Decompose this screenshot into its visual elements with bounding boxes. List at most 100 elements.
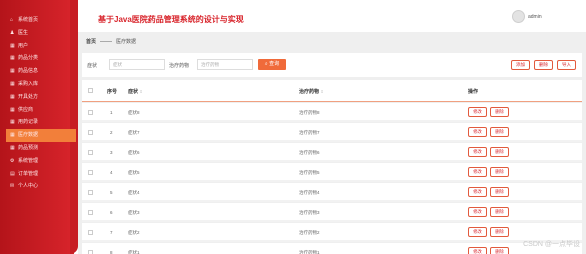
batch-delete-button[interactable]: 删除 [534,60,553,70]
watermark: CSDN @一点毕设 [523,241,580,248]
sidebar-item[interactable]: ⌂ 系统首页 [8,14,74,27]
row-drug: 治疗药物5 [299,170,320,175]
table-row[interactable]: 3 症状6 治疗药物6 修改 删除 [82,143,582,162]
row-drug: 治疗药物1 [299,250,320,254]
edit-button[interactable]: 修改 [468,167,487,177]
row-drug: 治疗药物6 [299,150,320,155]
data-table: 序号 症状 ⇕ 治疗药物 ⇕ 操作 1 症状8 治疗药物8 修改 删除 2 症状7 治疗药物7… [82,80,582,254]
drug-input[interactable]: 治疗药物 [197,59,253,70]
sidebar-item[interactable]: ▦ 开具处方 [8,91,74,104]
symptom-label: 症状 [87,63,98,69]
delete-button[interactable]: 删除 [490,227,509,237]
delete-button[interactable]: 删除 [490,167,509,177]
sidebar-item[interactable]: ♟ 医生 [8,27,74,40]
row-drug: 治疗药物7 [299,130,320,135]
grid-icon: ▦ [10,42,15,49]
table-row[interactable]: 2 症状7 治疗药物7 修改 删除 [82,123,582,142]
header-symptom-label: 症状 [128,89,139,95]
breadcrumb-current: 医疗数据 [116,39,137,45]
edit-button[interactable]: 修改 [468,147,487,157]
drug-label: 治疗药物 [169,63,190,69]
search-button[interactable]: ⌕ 查询 [258,59,286,70]
sidebar-item[interactable]: ▤ 订单管理 [8,168,74,181]
row-checkbox[interactable] [88,250,93,254]
sidebar-item[interactable]: ▦ 供应商 [8,104,74,117]
row-drug: 治疗药物3 [299,210,320,215]
user-menu[interactable]: admin [512,8,562,25]
grid-icon: ▦ [10,119,15,126]
edit-button[interactable]: 修改 [468,207,487,217]
edit-button[interactable]: 修改 [468,127,487,137]
sidebar-item[interactable]: ▦ 采购入库 [8,78,74,91]
header-index: 序号 [107,89,118,95]
select-all-checkbox[interactable] [88,88,93,93]
delete-button[interactable]: 删除 [490,107,509,117]
sidebar-item[interactable]: ▦ 医疗数据 [6,129,76,142]
row-checkbox[interactable] [88,230,93,235]
delete-button[interactable]: 删除 [490,247,509,254]
grid-icon: ▦ [10,144,15,151]
sidebar-item[interactable]: ▦ 用药记录 [8,116,74,129]
delete-button[interactable]: 删除 [490,187,509,197]
sidebar-item-label: 个人中心 [18,183,39,190]
grid-icon: ▦ [10,80,15,87]
sidebar-item[interactable]: ▦ 药品信息 [8,65,74,78]
table-row[interactable]: 5 症状4 治疗药物4 修改 删除 [82,183,582,202]
breadcrumb-home[interactable]: 首页 [86,39,96,45]
sort-icon: ⇕ [320,89,324,94]
row-index: 7 [110,230,113,235]
settings-icon: ⚙ [10,157,15,164]
row-symptom: 症状2 [128,230,140,235]
row-checkbox[interactable] [88,110,93,115]
symptom-input[interactable]: 症状 [109,59,165,70]
edit-button[interactable]: 修改 [468,187,487,197]
row-symptom: 症状5 [128,170,140,175]
table-row[interactable]: 7 症状2 治疗药物2 修改 删除 [82,223,582,242]
row-checkbox[interactable] [88,190,93,195]
sidebar-item[interactable]: ⚙ 系统管理 [8,155,74,168]
row-symptom: 症状4 [128,190,140,195]
delete-button[interactable]: 删除 [490,127,509,137]
header-symptom[interactable]: 症状 ⇕ [128,88,143,95]
username: admin [528,14,542,20]
row-index: 8 [110,250,113,254]
edit-button[interactable]: 修改 [468,247,487,254]
sidebar-item-label: 系统管理 [18,157,39,164]
table-header: 序号 症状 ⇕ 治疗药物 ⇕ 操作 [82,80,582,102]
grid-icon: ▦ [10,68,15,75]
row-checkbox[interactable] [88,130,93,135]
breadcrumb: 首页 医疗数据 [86,38,136,45]
table-row[interactable]: 4 症状5 治疗药物5 修改 删除 [82,163,582,182]
breadcrumb-separator [100,41,113,43]
sidebar-item[interactable]: ✉ 个人中心 [8,180,74,193]
header-drug[interactable]: 治疗药物 ⇕ [299,88,324,95]
sidebar-item-label: 药品预测 [18,144,39,151]
table-row[interactable]: 8 症状1 治疗药物1 修改 删除 [82,243,582,254]
sidebar-item[interactable]: ▦ 药品预测 [8,142,74,155]
sidebar-nav: ⌂ 系统首页 ♟ 医生 ▦ 用户 ▦ 药品分类 ▦ 药品信息 ▦ 采购入库 ▦ 开具处方 ▦ 供应商 ▦ 用药记录… [6,14,76,193]
row-checkbox[interactable] [88,150,93,155]
row-symptom: 症状3 [128,210,140,215]
edit-button[interactable]: 修改 [468,107,487,117]
avatar[interactable] [512,10,525,23]
table-row[interactable]: 1 症状8 治疗药物8 修改 删除 [82,103,582,122]
sidebar: ⌂ 系统首页 ♟ 医生 ▦ 用户 ▦ 药品分类 ▦ 药品信息 ▦ 采购入库 ▦ 开具处方 ▦ 供应商 ▦ 用药记录… [0,0,78,254]
search-button-label: 查询 [269,61,280,67]
sidebar-item[interactable]: ▦ 用户 [8,40,74,53]
grid-icon: ▦ [10,132,15,139]
sidebar-item-label: 系统首页 [18,17,39,23]
edit-button[interactable]: 修改 [468,227,487,237]
delete-button[interactable]: 删除 [490,147,509,157]
sidebar-item-label: 药品信息 [18,68,39,75]
order-icon: ▤ [10,170,15,177]
add-button[interactable]: 添加 [511,60,530,70]
sidebar-item[interactable]: ▦ 药品分类 [8,52,74,65]
row-checkbox[interactable] [88,210,93,215]
table-row[interactable]: 6 症状3 治疗药物3 修改 删除 [82,203,582,222]
row-symptom: 症状1 [128,250,140,254]
delete-button[interactable]: 删除 [490,207,509,217]
import-button[interactable]: 导入 [557,60,576,70]
sidebar-item-label: 采购入库 [18,80,39,87]
row-checkbox[interactable] [88,170,93,175]
grid-icon: ▦ [10,55,15,62]
